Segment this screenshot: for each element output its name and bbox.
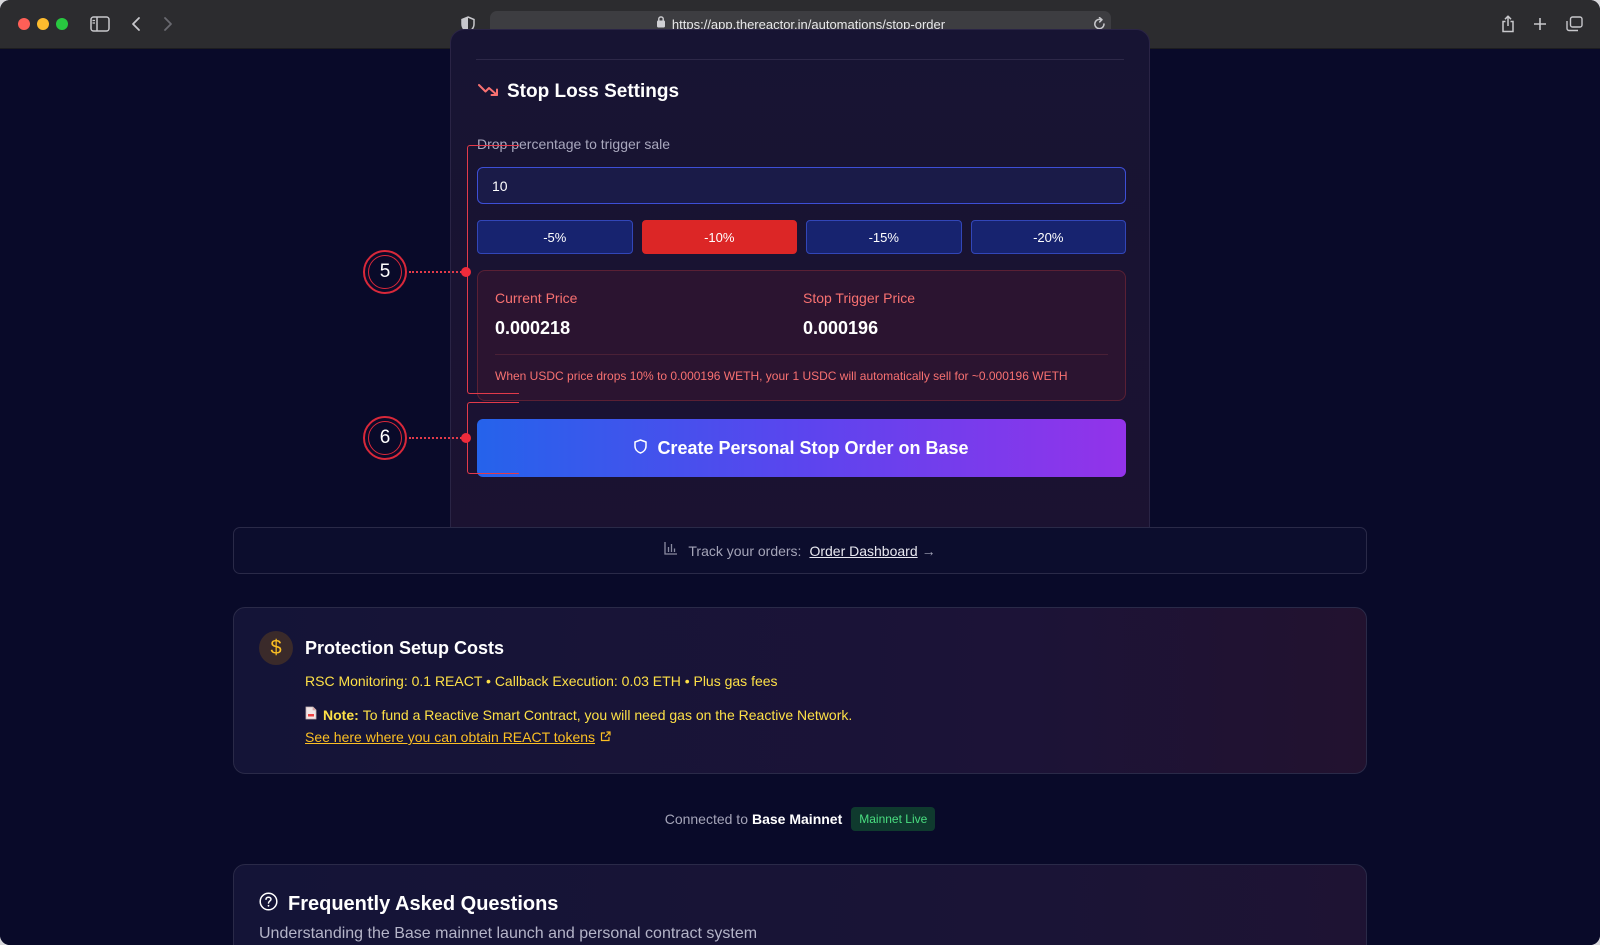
new-tab-icon[interactable] [1530,11,1550,37]
preset-15-button[interactable]: -15% [806,220,962,254]
create-stop-order-label: Create Personal Stop Order on Base [657,437,969,458]
connection-network: Base Mainnet [752,811,843,827]
note-label: Note: [323,706,359,723]
create-stop-order-button[interactable]: Create Personal Stop Order on Base [477,419,1126,477]
stop-loss-card: Stop Loss Settings Drop percentage to tr… [450,29,1150,543]
callout-6-leader [409,437,466,439]
close-window-button[interactable] [18,18,30,30]
preset-20-button[interactable]: -20% [970,220,1126,254]
arrow-right-icon: → [921,542,936,559]
external-link-icon [600,729,611,745]
back-icon[interactable] [126,11,146,37]
help-circle-icon [259,892,278,916]
forward-icon[interactable] [158,11,178,37]
callout-6-dot [461,433,471,443]
funding-note: Note: To fund a Reactive Smart Contract,… [305,706,852,723]
price-box-divider [495,354,1108,355]
react-tokens-link[interactable]: See here where you can obtain REACT toke… [305,729,611,745]
minimize-window-button[interactable] [37,18,49,30]
preset-buttons: -5% -10% -15% -20% [477,220,1126,254]
trending-down-icon [478,83,499,102]
callout-6-number: 6 [368,421,402,455]
dollar-icon: $ [259,631,293,665]
protection-costs-card: $ Protection Setup Costs RSC Monitoring:… [233,607,1367,774]
callout-6-bracket [467,402,519,474]
callout-5-bracket [467,145,519,394]
order-dashboard-link[interactable]: Order Dashboard [809,543,917,559]
price-summary-box: Current Price 0.000218 Stop Trigger Pric… [477,270,1126,401]
trigger-price-label: Stop Trigger Price [803,290,916,306]
connection-prefix: Connected to [664,811,748,827]
bar-chart-icon [664,541,678,560]
card-divider [476,59,1124,60]
faq-title: Frequently Asked Questions [288,892,559,915]
track-orders-text: Track your orders: [688,542,802,559]
preset-10-button[interactable]: -10% [641,220,797,254]
connection-status: Connected to Base Mainnet Mainnet Live [0,807,1600,831]
faq-header: Frequently Asked Questions [259,892,558,916]
callout-5-marker: 5 [363,250,407,294]
protection-costs-breakdown: RSC Monitoring: 0.1 REACT • Callback Exe… [305,673,778,689]
trigger-price-block: Stop Trigger Price 0.000196 [803,290,915,339]
faq-card: Frequently Asked Questions Understanding… [233,864,1367,945]
callout-5-leader [409,271,466,273]
drop-percentage-input[interactable] [477,167,1126,204]
react-tokens-link-text: See here where you can obtain REACT toke… [305,729,596,745]
callout-6-marker: 6 [363,416,407,460]
sidebar-icon[interactable] [88,11,112,37]
callout-5-dot [461,267,471,277]
share-icon[interactable] [1498,11,1518,37]
stop-loss-header: Stop Loss Settings [478,81,679,103]
callout-5-number: 5 [368,255,402,289]
stop-order-explanation: When USDC price drops 10% to 0.000196 WE… [495,369,1068,383]
protection-costs-title: Protection Setup Costs [305,638,505,658]
track-orders-bar: Track your orders: Order Dashboard → [233,527,1367,574]
page-content: Stop Loss Settings Drop percentage to tr… [0,29,1600,945]
faq-subtitle: Understanding the Base mainnet launch an… [259,925,758,942]
stop-loss-title: Stop Loss Settings [507,81,680,102]
trigger-price-value: 0.000196 [803,318,879,338]
document-icon [305,706,317,723]
tabs-icon[interactable] [1564,11,1584,37]
shield-outline-icon [634,438,648,459]
maximize-window-button[interactable] [56,18,68,30]
mainnet-live-badge: Mainnet Live [851,807,936,831]
note-text: To fund a Reactive Smart Contract, you w… [362,706,853,723]
browser-window: https://app.thereactor.in/automations/st… [0,0,1600,945]
